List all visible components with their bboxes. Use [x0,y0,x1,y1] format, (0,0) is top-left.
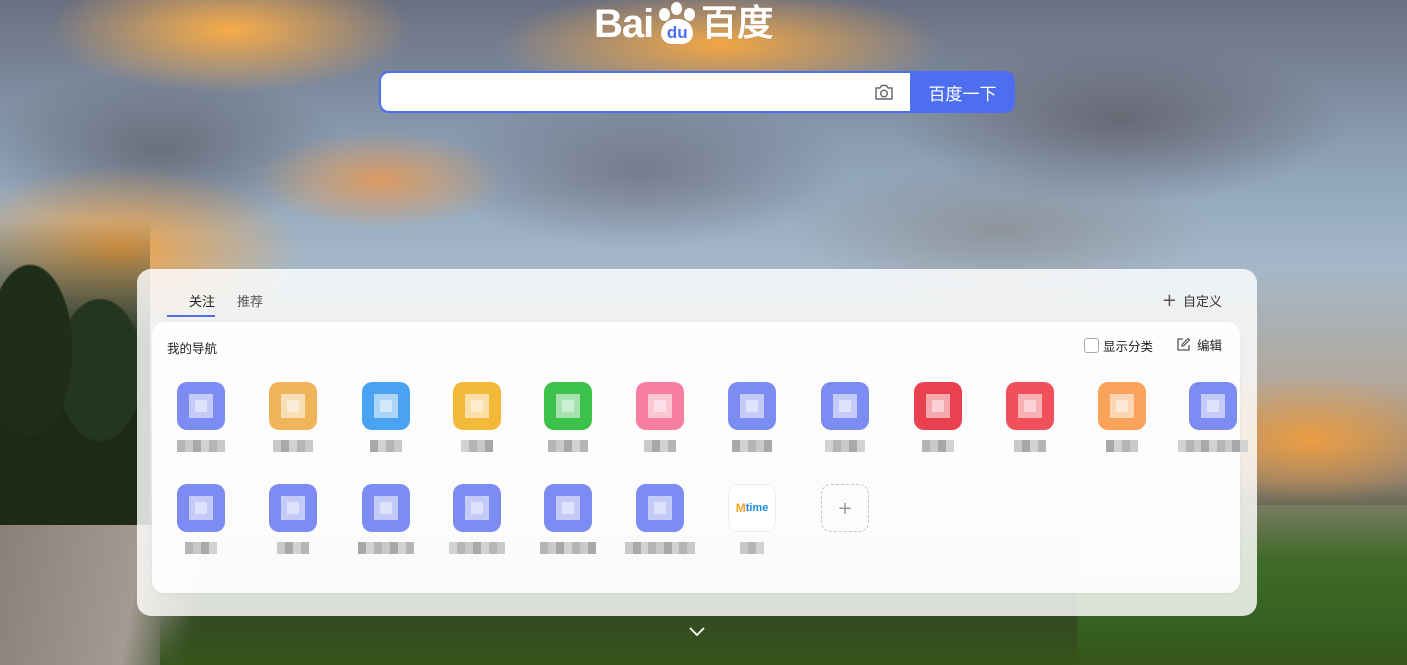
nav-tile-icon [544,484,592,532]
paw-text: du [661,19,694,44]
nav-tile-icon [269,484,317,532]
nav-tile-icon [1189,382,1237,430]
nav-tile[interactable] [624,484,696,574]
mtime-logo: Mtime [728,484,776,532]
nav-tile[interactable] [625,382,695,472]
nav-tile[interactable] [810,382,880,472]
nav-tile-label-blurred [1087,440,1157,452]
nav-tile-label-blurred [810,440,880,452]
show-categories-label: 显示分类 [1103,339,1154,354]
plus-icon: + [1161,289,1177,311]
nav-tile-mtime[interactable]: Mtime [717,484,787,574]
camera-icon[interactable] [874,83,894,101]
edit-icon [1177,337,1191,351]
nav-tile-icon [177,484,225,532]
nav-tile-icon [914,382,962,430]
nav-tile-icon [1006,382,1054,430]
nav-tile-icon [821,382,869,430]
paw-icon: du [655,2,699,46]
nav-tile-label-blurred [1177,440,1249,452]
nav-tile-label-blurred [442,440,512,452]
nav-tile-label-blurred [166,440,236,452]
nav-tile-label-blurred [533,440,603,452]
search-button[interactable]: 百度一下 [910,71,1015,113]
nav-tile[interactable] [1177,382,1249,472]
nav-tile[interactable] [995,382,1065,472]
search-input[interactable] [381,73,869,111]
nav-tile-icon [728,382,776,430]
plus-icon: + [821,484,869,532]
nav-tile[interactable] [351,382,421,472]
background-grass [160,615,1407,665]
background-trees [0,220,150,550]
search-input-wrap [379,71,910,113]
nav-tile[interactable] [533,382,603,472]
nav-tile-label-blurred [717,440,787,452]
nav-tile-label-blurred [258,440,328,452]
nav-tile[interactable] [166,382,236,472]
mtime-logo-text: time [745,502,769,514]
logo-text-en: Bai [594,2,654,46]
tab-recommended[interactable]: 推荐 [237,291,263,317]
nav-tile-icon [1098,382,1146,430]
nav-tile-icon [544,382,592,430]
nav-tile-label-blurred [258,542,328,554]
nav-tile-icon [362,484,410,532]
nav-tile-label-blurred [624,542,696,554]
search-bar: 百度一下 [379,71,1015,113]
nav-tile-label-blurred [351,542,421,554]
nav-tile-icon [453,484,501,532]
nav-tabs: 关注 推荐 [167,291,263,317]
nav-tile-label-blurred [351,440,421,452]
nav-tile-label-blurred [166,542,236,554]
logo-text-cn: 百度 [701,3,774,44]
nav-tile[interactable] [166,484,236,574]
nav-tile-label-blurred [533,542,603,554]
nav-panel: 关注 推荐 + 自定义 我的导航 显示分类 编辑 Mtime + [137,269,1257,616]
nav-tile[interactable] [258,382,328,472]
nav-tile-label-blurred [717,542,787,554]
mtime-logo-m: M [735,501,746,515]
customize-button[interactable]: + 自定义 [1162,291,1222,310]
nav-tile[interactable] [442,484,512,574]
show-categories-checkbox[interactable] [1084,338,1099,353]
nav-tile[interactable] [717,382,787,472]
my-nav-title: 我的导航 [167,341,218,356]
edit-label: 编辑 [1197,338,1223,353]
nav-tile-label-blurred [995,440,1065,452]
show-categories-toggle[interactable]: 显示分类 [1084,336,1153,355]
nav-tile-icon [362,382,410,430]
nav-tile-icon [177,382,225,430]
chevron-down-icon[interactable] [688,626,706,638]
nav-tile-label-blurred [625,440,695,452]
nav-tile[interactable] [351,484,421,574]
nav-tile-icon [269,382,317,430]
nav-tile-icon [453,382,501,430]
nav-tile[interactable] [903,382,973,472]
my-nav-card: 我的导航 显示分类 编辑 Mtime + [152,322,1249,593]
nav-tile-icon [636,484,684,532]
nav-tile[interactable] [442,382,512,472]
nav-tile[interactable] [258,484,328,574]
nav-tile[interactable] [1087,382,1157,472]
add-nav-tile[interactable]: + [810,484,880,574]
customize-label: 自定义 [1182,295,1222,310]
tab-following[interactable]: 关注 [167,291,216,317]
nav-tile-icon [636,382,684,430]
nav-tile[interactable] [533,484,603,574]
nav-tile-label-blurred [442,542,512,554]
nav-tile-label-blurred [903,440,973,452]
baidu-logo[interactable]: Bai du 百度 [594,2,773,46]
edit-button[interactable]: 编辑 [1176,335,1222,354]
